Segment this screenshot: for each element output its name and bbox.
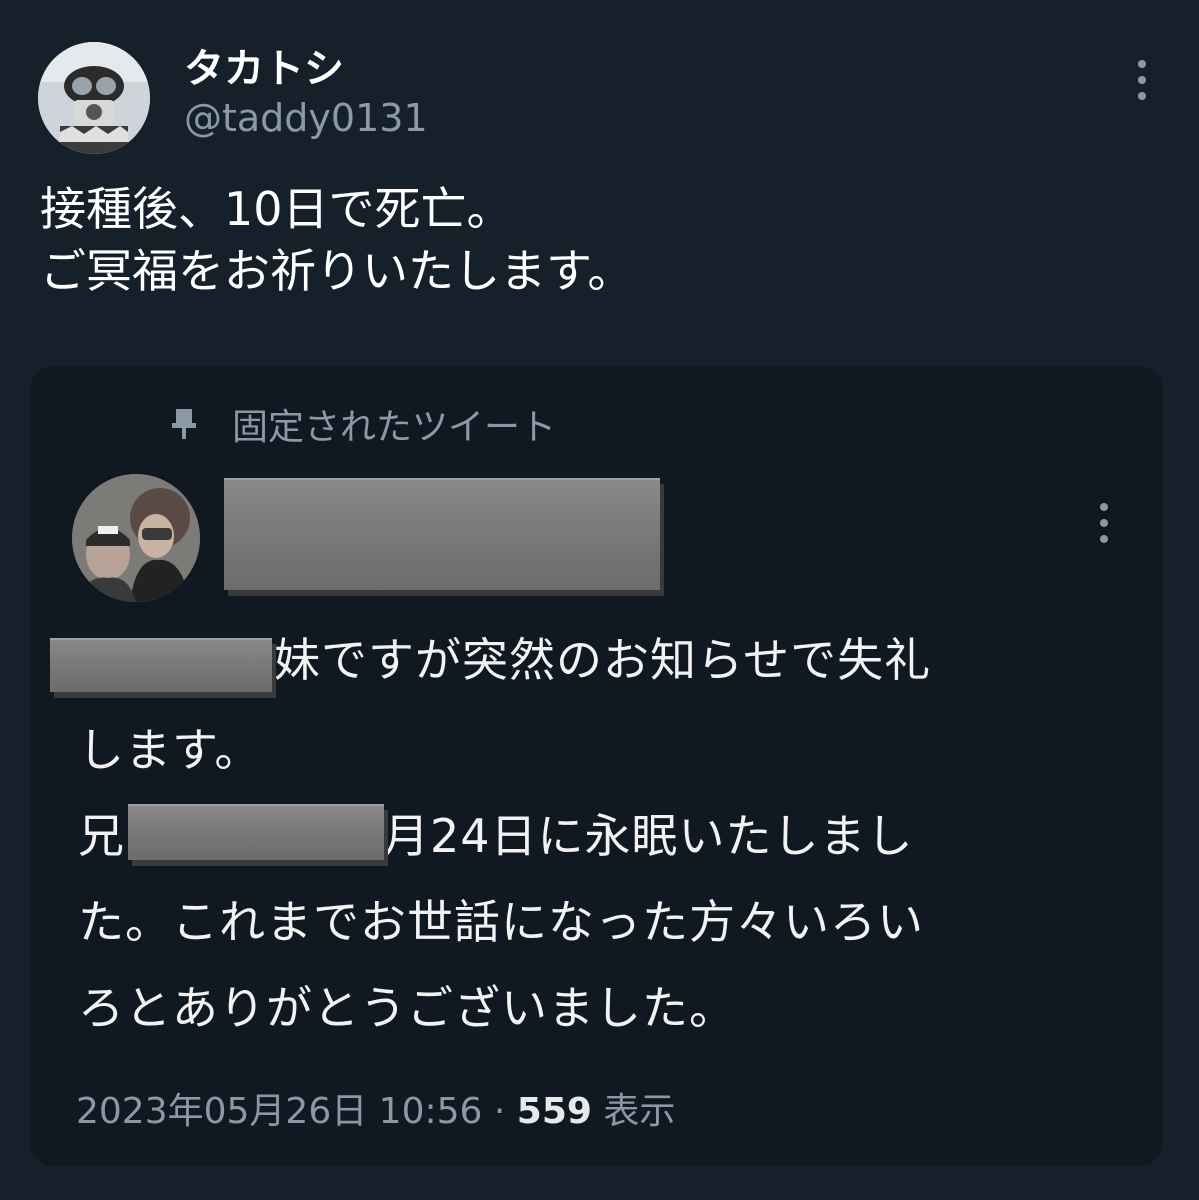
author-avatar[interactable]	[38, 42, 150, 154]
quoted-tweet-meta: 2023年05月26日 10:56 · 559 表示	[76, 1082, 675, 1134]
meta-separator: ·	[493, 1091, 506, 1132]
quoted-body-line: 月24日に永眠いたしまし	[383, 809, 914, 863]
tweet-text-line: 接種後、10日で死亡。	[40, 182, 513, 236]
author-handle[interactable]: @taddy0131	[184, 96, 428, 140]
pinned-tweet-indicator: 固定されたツイート	[170, 400, 556, 448]
pin-icon	[170, 407, 198, 441]
views-label: 表示	[603, 1091, 676, 1132]
quoted-body-line: します。	[78, 723, 262, 777]
more-options-icon[interactable]	[1120, 52, 1164, 108]
quoted-body-line: ろとありがとうございました。	[78, 981, 736, 1035]
quoted-more-options-icon	[1090, 498, 1118, 548]
quoted-body-line: 妹ですが突然のお知らせで失礼	[274, 633, 932, 687]
quoted-tweet-image[interactable]: 固定されたツイート 妹ですが突然のお知らせで失礼 します。 兄月24日に永眠いた…	[30, 366, 1163, 1166]
pinned-label: 固定されたツイート	[232, 407, 557, 448]
redacted-text-block	[50, 638, 272, 692]
quoted-body-line: 兄	[78, 809, 125, 863]
tweet-text-line: ご冥福をお祈りいたします。	[40, 244, 634, 298]
redacted-name-block	[224, 478, 660, 590]
redacted-text-block	[128, 804, 384, 860]
quoted-body-line: た。これまでお世話になった方々いろい	[78, 895, 924, 949]
author-display-name[interactable]: タカトシ	[184, 36, 344, 94]
quoted-author-avatar	[72, 474, 200, 602]
views-count: 559	[516, 1091, 592, 1132]
quoted-timestamp: 2023年05月26日 10:56	[76, 1091, 483, 1132]
tweet-text: 接種後、10日で死亡。 ご冥福をお祈りいたします。	[40, 178, 1160, 302]
